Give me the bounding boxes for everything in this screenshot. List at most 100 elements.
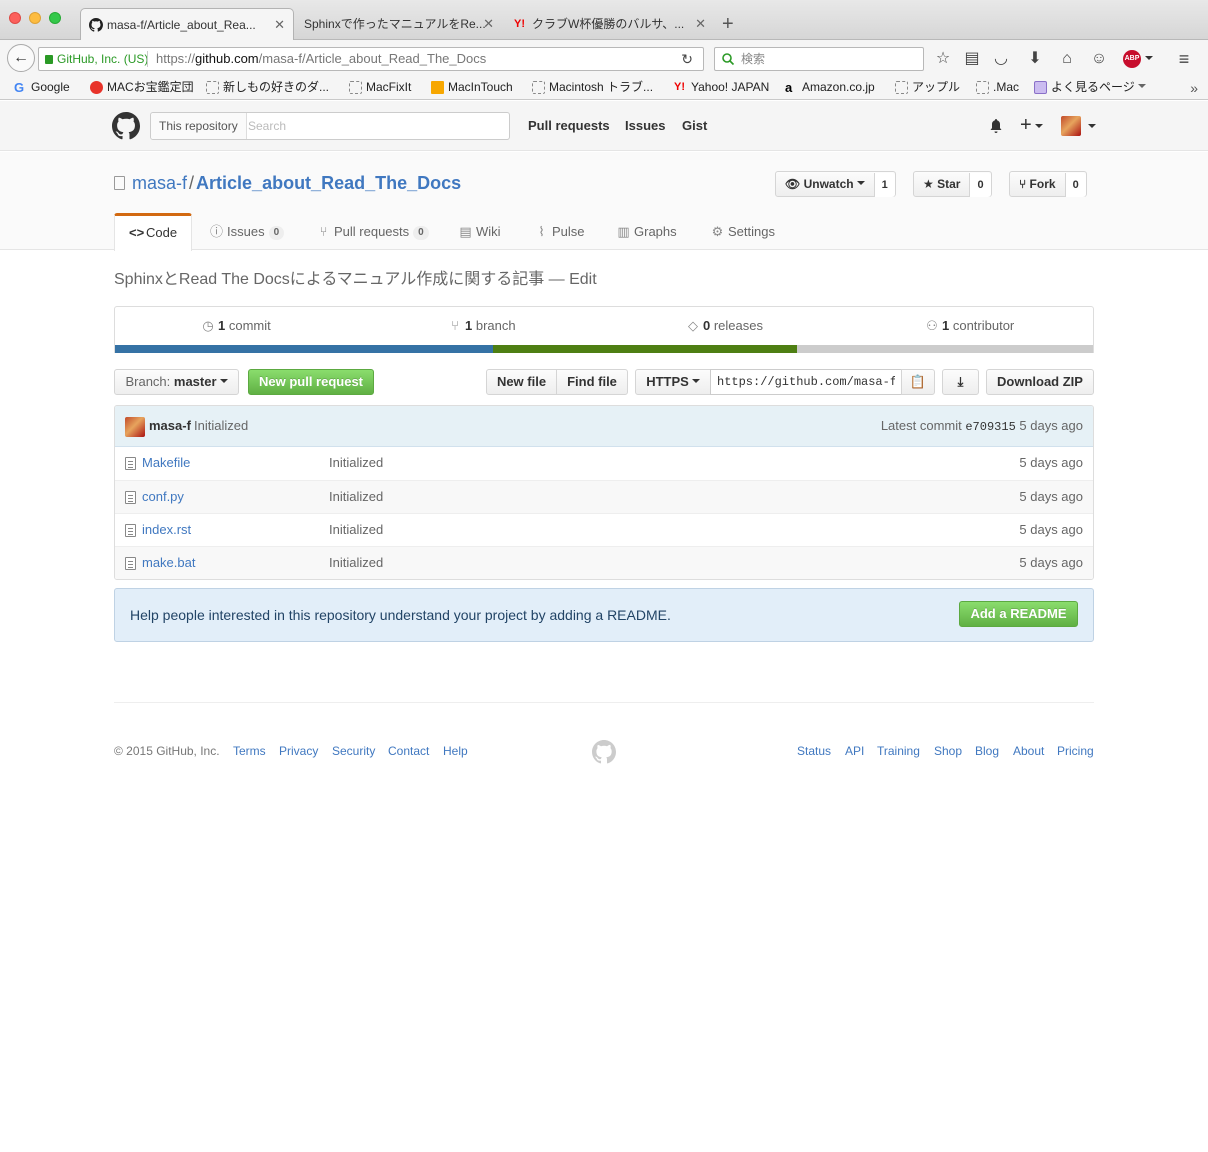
tab-code[interactable]: <> Code [114,213,193,251]
clone-protocol-button[interactable]: HTTPS [635,369,711,395]
browser-tab-github[interactable]: masa-f/Article_about_Rea... ✕ [80,8,294,40]
tab-settings[interactable]: ⚙ Settings [711,213,775,251]
footer-link-privacy[interactable]: Privacy [279,740,318,762]
star-count[interactable]: 0 [969,173,991,197]
bookmark-atarashimono[interactable]: 新しもの好きのダ... [206,76,329,100]
bookmark-macfixit[interactable]: MacFixIt [349,76,411,100]
repo-owner-link[interactable]: masa-f [132,173,187,193]
new-pull-request-button[interactable]: New pull request [248,369,374,395]
bookmark-dotmac[interactable]: .Mac [976,76,1019,100]
edit-description-button[interactable]: — Edit [544,271,597,288]
copy-clone-url-button[interactable]: 📋 [901,369,935,395]
site-identity[interactable]: GitHub, Inc. (US) [45,48,148,70]
bookmark-amazon[interactable]: a Amazon.co.jp [785,76,875,100]
commit-author-link[interactable]: masa-f [149,406,191,446]
bookmark-apple[interactable]: アップル [895,76,960,100]
avatar[interactable] [1061,116,1081,136]
footer-link-blog[interactable]: Blog [975,740,999,762]
language-bar-segment[interactable] [796,345,1093,353]
nav-issues[interactable]: Issues [625,101,665,151]
bookmark-macotakara[interactable]: MACお宝鑑定団 [90,76,194,100]
bell-icon[interactable] [988,118,1004,134]
bookmark-star-icon[interactable]: ☆ [934,50,952,68]
chevron-down-icon[interactable] [1088,124,1096,128]
clone-in-desktop-button[interactable]: ⤓ [942,369,979,395]
home-icon[interactable]: ⌂ [1058,50,1076,68]
search-input[interactable] [248,115,498,137]
bookmarks-overflow-icon[interactable]: » [1190,76,1198,100]
fork-button[interactable]: ⑂ Fork [1010,172,1065,196]
back-button[interactable]: ← [7,44,35,72]
download-icon[interactable]: ⬇ [1026,50,1044,68]
branches-link[interactable]: ⑂ 1 branch [448,307,516,345]
create-new-button[interactable]: + [1020,113,1043,137]
clone-url-input[interactable] [710,369,902,395]
pocket-icon[interactable]: ◡ [992,50,1010,68]
tab-issues[interactable]: ⓘ Issues 0 [210,213,285,251]
new-tab-button[interactable]: + [722,12,734,36]
fork-count[interactable]: 0 [1064,173,1086,197]
tab-pull-requests[interactable]: ⑂ Pull requests 0 [317,213,429,251]
language-bar-segment[interactable] [115,345,494,353]
file-name-link[interactable]: index.rst [142,514,191,546]
language-bar-segment[interactable] [493,345,797,353]
file-commit-message-link[interactable]: Initialized [329,481,383,513]
footer-link-help[interactable]: Help [443,740,468,762]
adblock-plus-icon[interactable]: ABP [1123,50,1141,68]
repo-name-link[interactable]: Article_about_Read_The_Docs [196,173,461,193]
github-octocat-icon[interactable] [112,112,140,140]
close-tab-icon[interactable]: ✕ [483,8,494,40]
file-commit-message-link[interactable]: Initialized [329,547,383,579]
url-text[interactable]: https://github.com/masa-f/Article_about_… [156,48,486,70]
footer-link-contact[interactable]: Contact [388,740,429,762]
file-name-link[interactable]: conf.py [142,481,184,513]
browser-tab-yahoo[interactable]: Y! クラブW杯優勝のバルサ、... ✕ [506,8,714,40]
file-commit-message-link[interactable]: Initialized [329,447,383,479]
footer-link-security[interactable]: Security [332,740,375,762]
bookmark-google[interactable]: G Google [14,76,70,100]
unwatch-button[interactable]: 👁 Unwatch [776,172,874,196]
reload-icon[interactable]: ↻ [681,48,693,70]
commits-link[interactable]: ◷ 1 commit [201,307,270,345]
bookmark-macintosh-trouble[interactable]: Macintosh トラブ... [532,76,653,100]
file-commit-message-link[interactable]: Initialized [329,514,383,546]
language-bar[interactable] [115,345,1093,353]
footer-link-about[interactable]: About [1013,740,1044,762]
watch-count[interactable]: 1 [873,173,895,197]
reading-list-icon[interactable]: ▤ [963,50,981,68]
bookmark-macintouch[interactable]: MacInTouch [431,76,513,100]
bookmark-yahoo-japan[interactable]: Y! Yahoo! JAPAN [674,76,769,100]
bookmark-most-visited[interactable]: よく見るページ [1034,76,1146,100]
minimize-window-button[interactable] [29,12,41,24]
close-tab-icon[interactable]: ✕ [274,9,285,40]
find-file-button[interactable]: Find file [556,369,628,395]
hamburger-menu-icon[interactable]: ≡ [1175,50,1193,68]
footer-link-training[interactable]: Training [877,740,920,762]
footer-link-shop[interactable]: Shop [934,740,962,762]
tab-pulse[interactable]: ⌇ Pulse [535,213,584,251]
nav-gist[interactable]: Gist [682,101,707,151]
zoom-window-button[interactable] [49,12,61,24]
star-button[interactable]: ★ Star [914,172,969,196]
tab-graphs[interactable]: ▥ Graphs [617,213,676,251]
chevron-down-icon[interactable] [1145,56,1153,60]
browser-tab-sphinx[interactable]: Sphinxで作ったマニュアルをRe... ✕ [298,8,502,40]
hello-chat-icon[interactable]: ☺ [1090,50,1108,68]
footer-link-pricing[interactable]: Pricing [1057,740,1094,762]
close-window-button[interactable] [9,12,21,24]
commit-message-link[interactable]: Initialized [194,406,248,446]
new-file-button[interactable]: New file [486,369,557,395]
close-tab-icon[interactable]: ✕ [695,8,706,40]
file-name-link[interactable]: Makefile [142,447,190,479]
url-bar[interactable]: GitHub, Inc. (US) https://github.com/mas… [38,47,704,71]
commit-sha-link[interactable]: e709315 [965,420,1015,434]
avatar[interactable] [125,417,145,437]
file-name-link[interactable]: make.bat [142,547,195,579]
add-readme-button[interactable]: Add a README [959,601,1078,627]
releases-link[interactable]: ◇ 0 releases [686,307,763,345]
footer-link-terms[interactable]: Terms [233,740,266,762]
tab-wiki[interactable]: ▤ Wiki [459,213,500,251]
footer-link-api[interactable]: API [845,740,864,762]
browser-search-bar[interactable]: 検索 [714,47,924,71]
github-mark-icon[interactable] [592,740,616,764]
